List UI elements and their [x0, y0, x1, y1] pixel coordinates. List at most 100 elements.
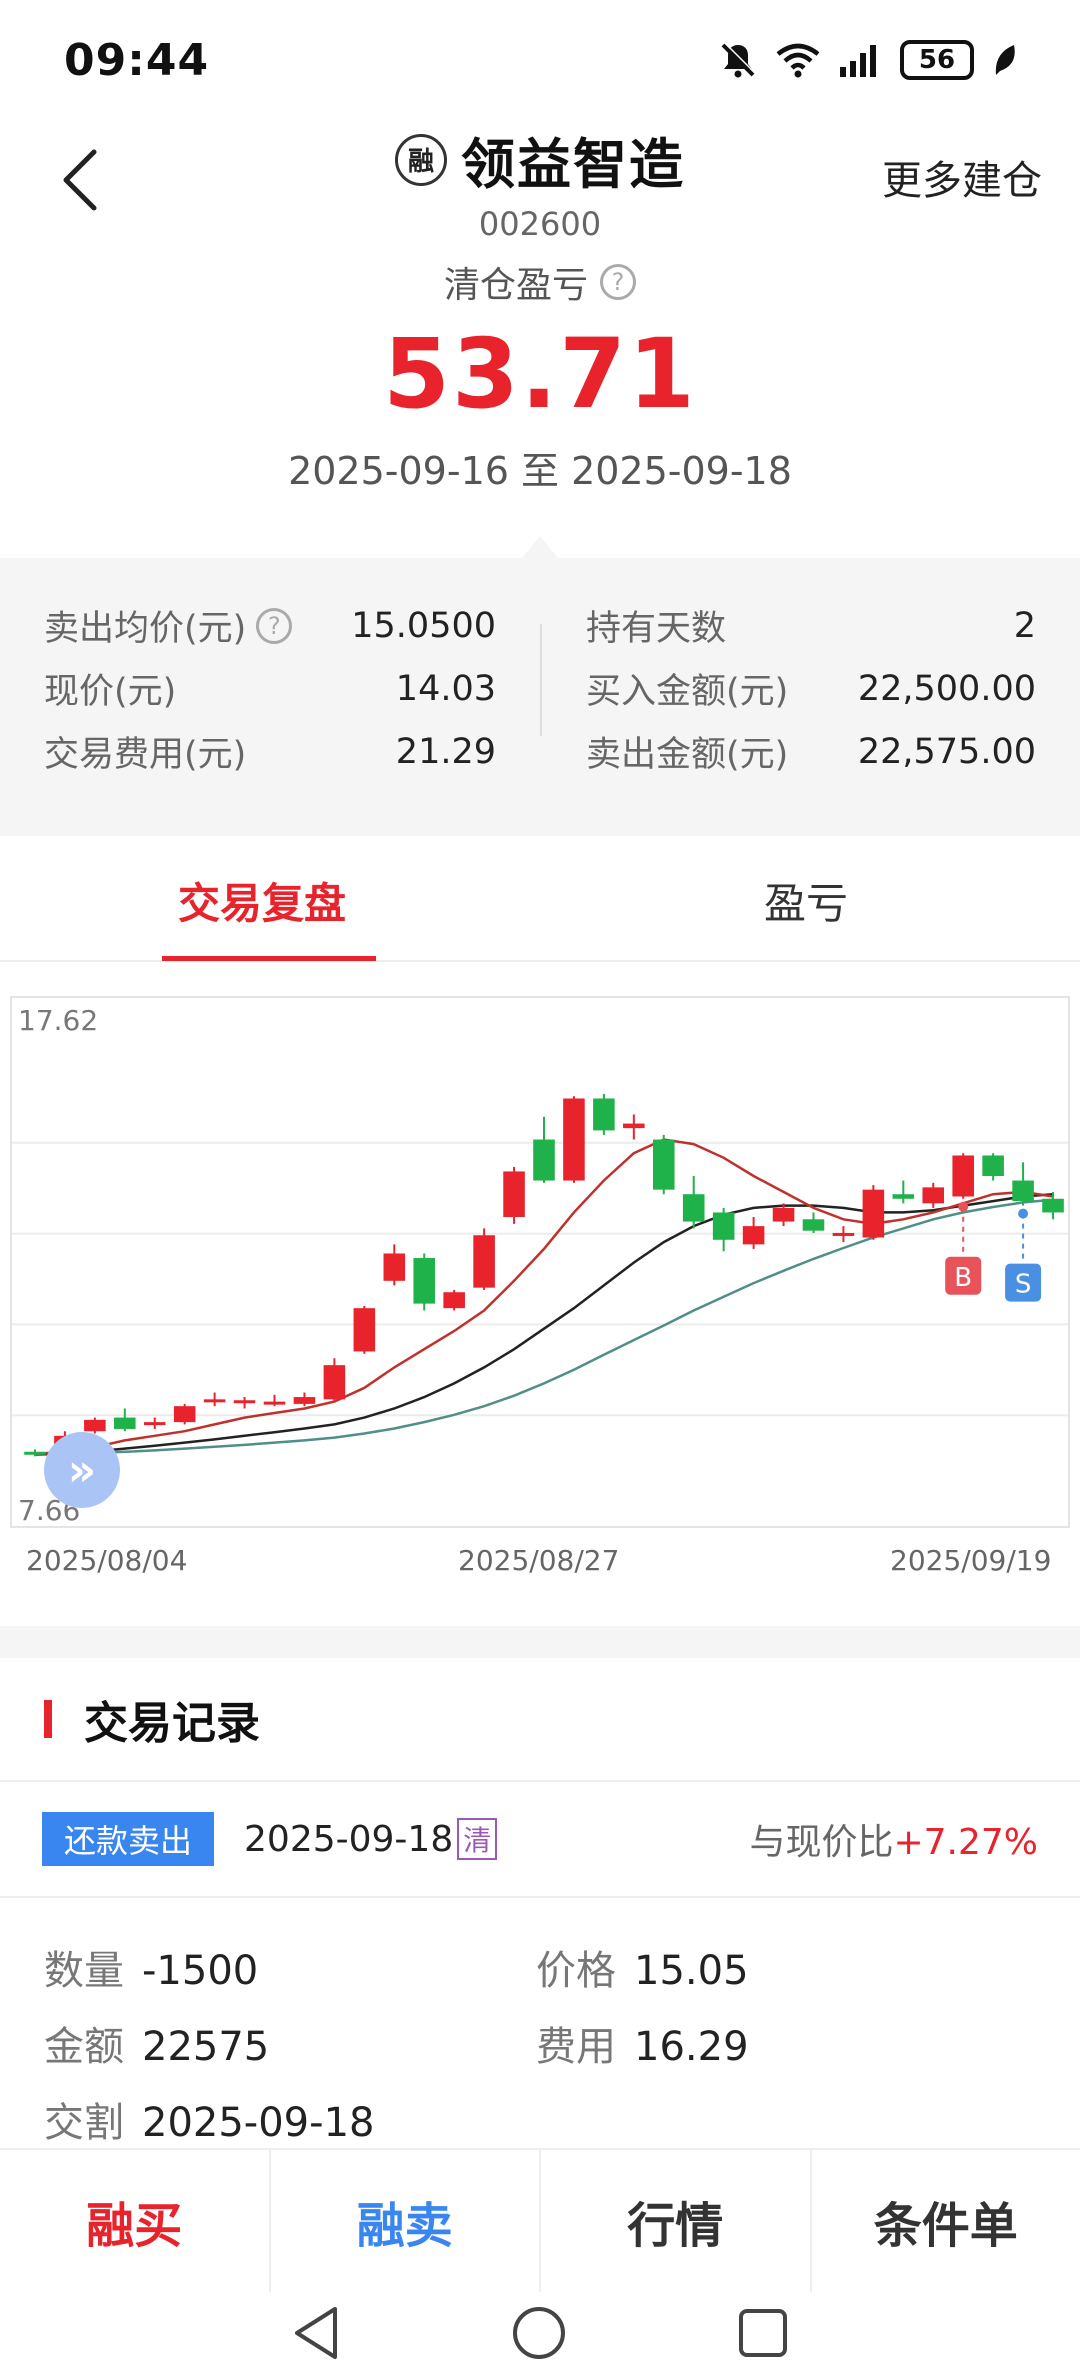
- candle-body: [24, 1451, 46, 1455]
- margin-seal-icon: 融: [395, 133, 447, 186]
- panel-pointer: [522, 536, 558, 558]
- clear-pl-value: 53.71: [383, 318, 697, 430]
- candle-body: [1012, 1180, 1034, 1202]
- more-positions-button[interactable]: 更多建仓: [882, 148, 1042, 206]
- margin-sell-button[interactable]: 融卖: [271, 2150, 541, 2292]
- stat-value: 14.03: [395, 668, 496, 709]
- stats-row: 卖出均价(元)? 15.0500: [44, 594, 496, 657]
- x-axis-labels: 2025/08/04 2025/08/27 2025/09/19: [0, 1544, 1080, 1584]
- settlement-field: 交割 2025-09-18: [44, 2100, 375, 2146]
- stat-value: 2: [1013, 605, 1036, 646]
- candle-body: [862, 1189, 885, 1238]
- signal-icon: [840, 45, 876, 77]
- compare-to-current: 与现价比+7.27%: [749, 1822, 1038, 1863]
- candle-body: [712, 1212, 735, 1240]
- bell-mute-icon: [721, 42, 756, 78]
- stat-value: 21.29: [395, 731, 496, 772]
- stats-row: 买入金额(元) 22,500.00: [586, 657, 1036, 720]
- trade-records: 交易记录 还款卖出 2025-09-18 清 与现价比+7.27% 数量 -150…: [0, 1658, 1080, 2146]
- fee-field: 费用 16.29: [536, 2024, 749, 2070]
- candle-body: [383, 1253, 406, 1281]
- stats-panel: 卖出均价(元)? 15.0500 现价(元) 14.03 交易费用(元) 21.…: [0, 536, 1080, 836]
- candle-body: [652, 1139, 675, 1190]
- stats-row: 现价(元) 14.03: [44, 657, 496, 720]
- status-time: 09:44: [64, 34, 210, 86]
- candle-body: [742, 1226, 765, 1245]
- candle-body: [84, 1419, 106, 1432]
- candle-body: [173, 1406, 196, 1423]
- stats-row: 交易费用(元) 21.29: [44, 720, 496, 783]
- help-icon[interactable]: ?: [600, 264, 636, 300]
- marker-dot: [958, 1201, 969, 1212]
- x-tick-label: 2025/09/19: [890, 1544, 1052, 1577]
- tab-profit[interactable]: 盈亏: [764, 870, 848, 931]
- candle-body: [772, 1207, 795, 1222]
- quote-button[interactable]: 行情: [541, 2150, 812, 2292]
- stat-label: 交易费用(元): [44, 735, 247, 775]
- candle-body: [353, 1308, 376, 1352]
- candle-body: [1042, 1198, 1064, 1213]
- candle-body: [952, 1155, 974, 1197]
- candle-body: [623, 1123, 645, 1129]
- marker-label: S: [1015, 1270, 1032, 1300]
- wifi-icon: [776, 43, 820, 78]
- stat-label: 卖出金额(元): [586, 735, 789, 775]
- stock-code: 002600: [478, 205, 602, 243]
- replay-play-button[interactable]: »: [44, 1432, 120, 1508]
- active-tab-underline: [162, 956, 376, 961]
- nav-back-icon[interactable]: [291, 2305, 341, 2361]
- nav-home-icon[interactable]: [511, 2305, 567, 2361]
- clear-pl-label: 清仓盈亏: [443, 265, 588, 306]
- record-summary-row[interactable]: 还款卖出 2025-09-18 清 与现价比+7.27%: [0, 1782, 1080, 1898]
- header: 融 领益智造 002600 更多建仓: [0, 120, 1080, 243]
- bottom-action-bar: 融买 融卖 行情 条件单: [0, 2148, 1080, 2292]
- candle-body: [533, 1139, 555, 1181]
- x-tick-label: 2025/08/27: [458, 1544, 620, 1577]
- status-icons: 56: [718, 40, 1018, 80]
- candle-body: [593, 1098, 615, 1131]
- stats-row: 持有天数 2: [586, 594, 1036, 657]
- candle-body: [982, 1155, 1004, 1176]
- price-field: 价格 15.05: [536, 1948, 749, 1994]
- battery-indicator: 56: [900, 40, 974, 80]
- candle-body: [143, 1422, 166, 1426]
- candle-body: [233, 1400, 256, 1404]
- stat-label: 买入金额(元): [586, 672, 789, 712]
- help-icon[interactable]: ?: [256, 607, 293, 644]
- date-range: 2025-09-16 至 2025-09-18: [288, 449, 792, 493]
- leaf-icon: [995, 45, 1015, 75]
- stat-value: 22,575.00: [857, 731, 1036, 772]
- system-nav-bar: [0, 2292, 1080, 2373]
- candle-body: [802, 1219, 825, 1231]
- stats-right-column: 持有天数 2 买入金额(元) 22,500.00 卖出金额(元) 22,575.…: [586, 594, 1036, 783]
- status-bar: 09:44 56: [0, 0, 1080, 120]
- stat-label: 持有天数: [586, 609, 727, 649]
- nav-recents-icon[interactable]: [737, 2307, 789, 2359]
- profit-summary: 清仓盈亏 ? 53.71 2025-09-16 至 2025-09-18: [0, 256, 1080, 495]
- stat-label: 现价(元): [44, 672, 177, 712]
- kline-chart[interactable]: 17.62 7.66 B S: [10, 996, 1070, 1528]
- x-tick-label: 2025/08/04: [26, 1544, 188, 1577]
- stat-value: 22,500.00: [857, 668, 1036, 709]
- quantity-field: 数量 -1500: [44, 1948, 259, 1994]
- margin-buy-button[interactable]: 融买: [0, 2150, 271, 2292]
- records-header: 交易记录: [0, 1658, 1080, 1782]
- kline-svg: 17.627.66B S: [12, 1004, 1068, 1527]
- candle-body: [473, 1235, 495, 1288]
- conditional-order-button[interactable]: 条件单: [812, 2150, 1080, 2292]
- stats-left-column: 卖出均价(元)? 15.0500 现价(元) 14.03 交易费用(元) 21.…: [44, 594, 496, 783]
- records-title: 交易记录: [84, 1698, 260, 1749]
- section-gap: [0, 1626, 1080, 1658]
- candle-body: [832, 1232, 855, 1236]
- candle-body: [682, 1194, 705, 1222]
- title-accent-bar: [44, 1700, 52, 1738]
- tab-trade-replay[interactable]: 交易复盘: [178, 870, 346, 931]
- stat-label: 卖出均价(元): [44, 609, 247, 649]
- stock-name: 领益智造: [461, 133, 685, 196]
- candle-body: [323, 1365, 346, 1400]
- y-max-label: 17.62: [18, 1004, 98, 1037]
- marker-dot: [1018, 1208, 1029, 1219]
- stats-divider: [540, 624, 542, 736]
- candle-body: [443, 1292, 465, 1309]
- candle-body: [413, 1258, 436, 1304]
